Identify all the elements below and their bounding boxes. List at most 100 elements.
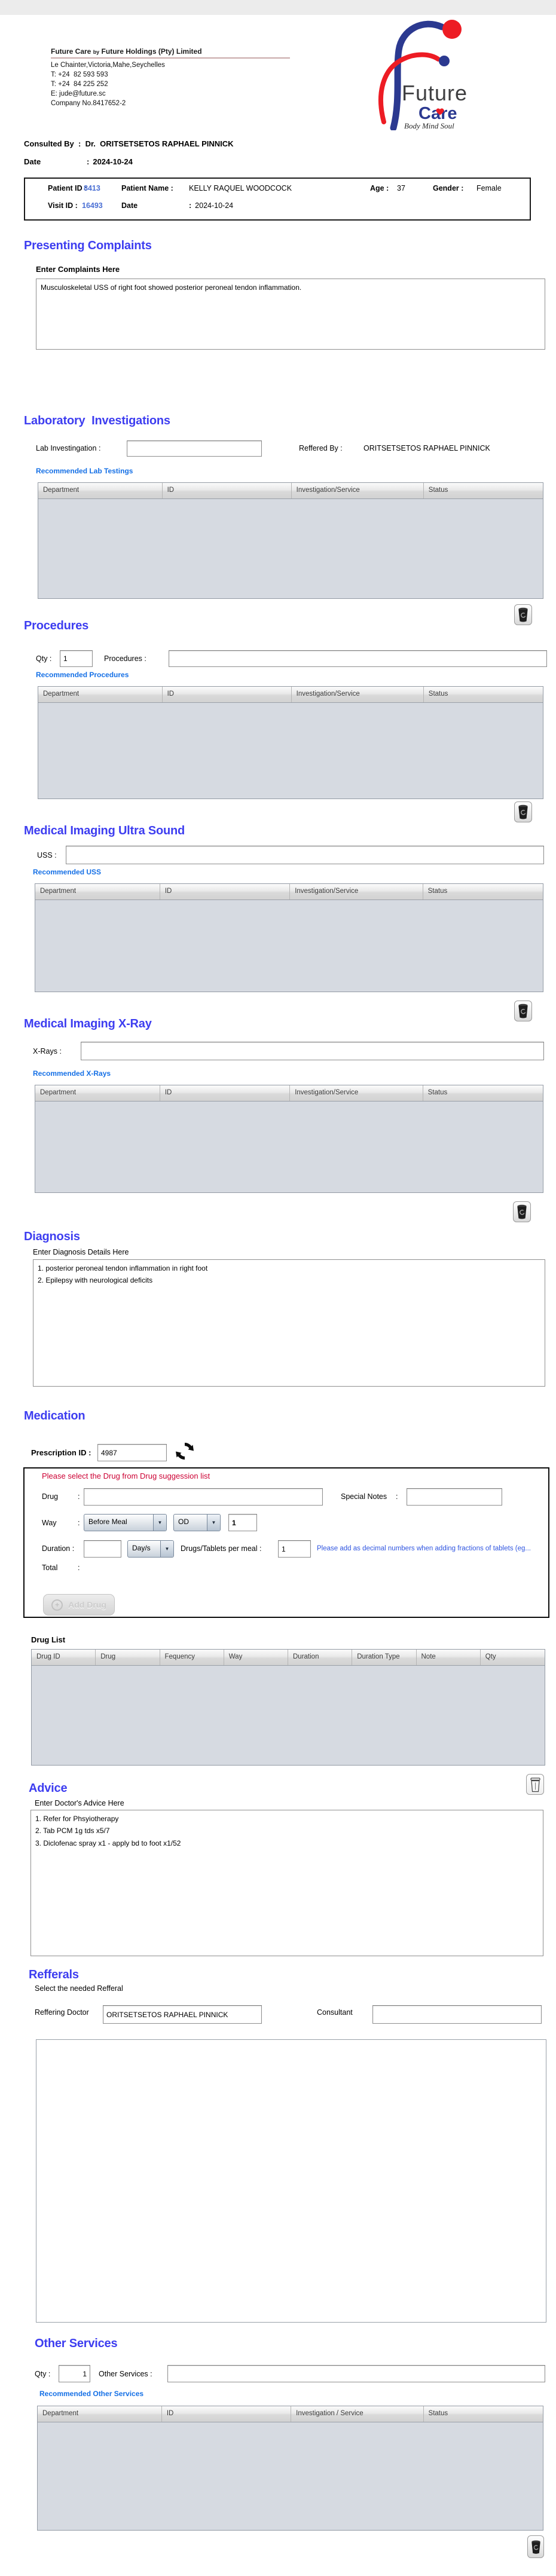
add-drug-label: Add Drug <box>68 1600 106 1610</box>
duration-input[interactable] <box>84 1540 121 1558</box>
referral-list-box[interactable] <box>36 2039 546 2323</box>
complaints-sublabel: Enter Complaints Here <box>36 265 120 274</box>
refresh-prescription-button[interactable] <box>175 1442 195 1462</box>
xray-col-department: Department <box>35 1085 160 1101</box>
advice-textarea[interactable]: 1. Refer for Phsyiotherapy 2. Tab PCM 1g… <box>30 1810 543 1956</box>
consulted-by-label: Consulted By : <box>24 139 85 148</box>
special-notes-colon: : <box>396 1492 398 1501</box>
total-colon: : <box>78 1564 80 1572</box>
procedures-col-service: Investigation/Service <box>292 687 424 702</box>
xray-col-id: ID <box>160 1085 290 1101</box>
patient-name-label: Patient Name : <box>121 184 189 192</box>
recommended-uss-link[interactable]: Recommended USS <box>33 868 101 876</box>
company-name-part1: Future Care <box>51 47 93 56</box>
lab-delete-button[interactable] <box>514 604 532 625</box>
xray-input[interactable] <box>81 1042 544 1060</box>
patient-info-box: Patient ID : 8413 Patient Name : KELLY R… <box>24 178 531 221</box>
other-qty-input[interactable] <box>59 2365 90 2382</box>
xray-label: X-Rays : <box>33 1047 62 1056</box>
lab-investigation-input[interactable] <box>127 440 262 457</box>
referring-doctor-input[interactable] <box>103 2005 262 2024</box>
add-drug-button[interactable]: +Add Drug <box>43 1594 115 1616</box>
uss-table-body <box>35 900 543 992</box>
xray-table-header: Department ID Investigation/Service Stat… <box>35 1085 543 1102</box>
lab-table-body <box>38 499 543 598</box>
chevron-down-icon[interactable] <box>153 1515 166 1531</box>
special-notes-input[interactable] <box>407 1488 502 1506</box>
lab-table: Department ID Investigation/Service Stat… <box>38 482 543 599</box>
section-title-referrals: Refferals <box>29 1968 79 1982</box>
section-title-xray: Medical Imaging X-Ray <box>24 1017 152 1031</box>
prescription-id-input[interactable] <box>97 1444 167 1461</box>
xray-col-status: Status <box>423 1085 543 1101</box>
recommended-other-services-link[interactable]: Recommended Other Services <box>39 2390 143 2398</box>
special-notes-label: Special Notes <box>341 1492 391 1501</box>
per-meal-input[interactable] <box>278 1540 311 1558</box>
drug-list-header: Drug ID Drug Fequency Way Duration Durat… <box>32 1650 545 1666</box>
xray-table: Department ID Investigation/Service Stat… <box>35 1085 543 1193</box>
way-qty-input[interactable] <box>228 1514 257 1531</box>
recommended-lab-link[interactable]: Recommended Lab Testings <box>36 467 133 475</box>
uss-col-department: Department <box>35 884 160 900</box>
way-colon: : <box>78 1519 80 1527</box>
referring-doctor-label: Reffering Doctor <box>35 2008 89 2017</box>
procedures-qty-label: Qty : <box>36 654 51 663</box>
chevron-down-icon[interactable] <box>207 1515 220 1531</box>
recommended-xray-link[interactable]: Recommended X-Rays <box>33 1069 111 1078</box>
company-name-part2: Future Holdings (Pty) Limited <box>99 47 201 56</box>
trash-icon <box>518 804 528 819</box>
procedures-input[interactable] <box>169 650 547 667</box>
consultant-input[interactable] <box>372 2005 542 2024</box>
lab-col-service: Investigation/Service <box>292 483 424 498</box>
procedures-qty-input[interactable] <box>60 650 93 667</box>
procedures-delete-button[interactable] <box>514 801 532 822</box>
advice-delete-button[interactable] <box>526 1774 544 1795</box>
uss-col-service: Investigation/Service <box>290 884 423 900</box>
section-title-medication: Medication <box>24 1409 85 1423</box>
drug-col-way: Way <box>224 1650 288 1665</box>
xray-delete-button[interactable] <box>513 1201 531 1222</box>
meal-timing-dropdown[interactable]: Before Meal <box>84 1514 167 1531</box>
section-title-presenting-complaints: Presenting Complaints <box>24 239 152 253</box>
per-meal-label: Drugs/Tablets per meal : <box>181 1544 261 1553</box>
logo-red-dot <box>442 20 462 39</box>
drug-col-drug: Drug <box>96 1650 160 1665</box>
trash-icon <box>517 1204 527 1219</box>
trash-icon <box>531 2539 541 2555</box>
visit-date-label: Date <box>121 201 189 210</box>
visit-id-value: 16493 <box>82 201 121 210</box>
trash-icon <box>518 1004 528 1018</box>
company-address: Le Chainter,Victoria,Mahe,Seychelles <box>51 62 165 69</box>
frequency-dropdown[interactable]: OD <box>173 1514 221 1531</box>
uss-label: USS : <box>37 851 57 859</box>
lab-table-header: Department ID Investigation/Service Stat… <box>38 483 543 499</box>
uss-input[interactable] <box>66 846 544 864</box>
way-label: Way <box>42 1519 57 1527</box>
referrals-sublabel: Select the needed Refferal <box>35 1984 123 1993</box>
referred-by-value: ORITSETSETOS RAPHAEL PINNICK <box>363 444 490 452</box>
tablet-fraction-note: Please add as decimal numbers when addin… <box>317 1545 545 1552</box>
company-number: Company No.8417652-2 <box>51 100 126 107</box>
duration-label: Duration : <box>42 1544 74 1553</box>
patient-id-value: 8413 <box>84 184 121 192</box>
other-services-input[interactable] <box>167 2365 545 2382</box>
uss-delete-button[interactable] <box>514 1001 532 1021</box>
total-label: Total <box>42 1564 57 1572</box>
uss-col-id: ID <box>160 884 290 900</box>
other-services-header: Department ID Investigation / Service St… <box>38 2406 543 2422</box>
company-name-by: by <box>93 49 100 55</box>
drug-list-label: Drug List <box>31 1635 65 1644</box>
other-services-table: Department ID Investigation / Service St… <box>37 2406 543 2531</box>
other-services-delete-button[interactable] <box>527 2535 544 2558</box>
consulted-by-value: Dr. ORITSETSETOS RAPHAEL PINNICK <box>85 139 234 148</box>
recommended-procedures-link[interactable]: Recommended Procedures <box>36 671 129 679</box>
complaints-textarea[interactable]: Musculoskeletal USS of right foot showed… <box>36 279 545 350</box>
diagnosis-textarea[interactable]: 1. posterior peroneal tendon inflammatio… <box>33 1259 545 1387</box>
uss-col-status: Status <box>423 884 543 900</box>
uss-table-header: Department ID Investigation/Service Stat… <box>35 884 543 900</box>
duration-unit-dropdown[interactable]: Day/s <box>127 1540 174 1558</box>
chevron-down-icon[interactable] <box>160 1541 173 1557</box>
drug-input[interactable] <box>84 1488 323 1506</box>
consulted-by-line: Consulted By : Dr. ORITSETSETOS RAPHAEL … <box>24 139 234 148</box>
procedures-col-status: Status <box>424 687 543 702</box>
